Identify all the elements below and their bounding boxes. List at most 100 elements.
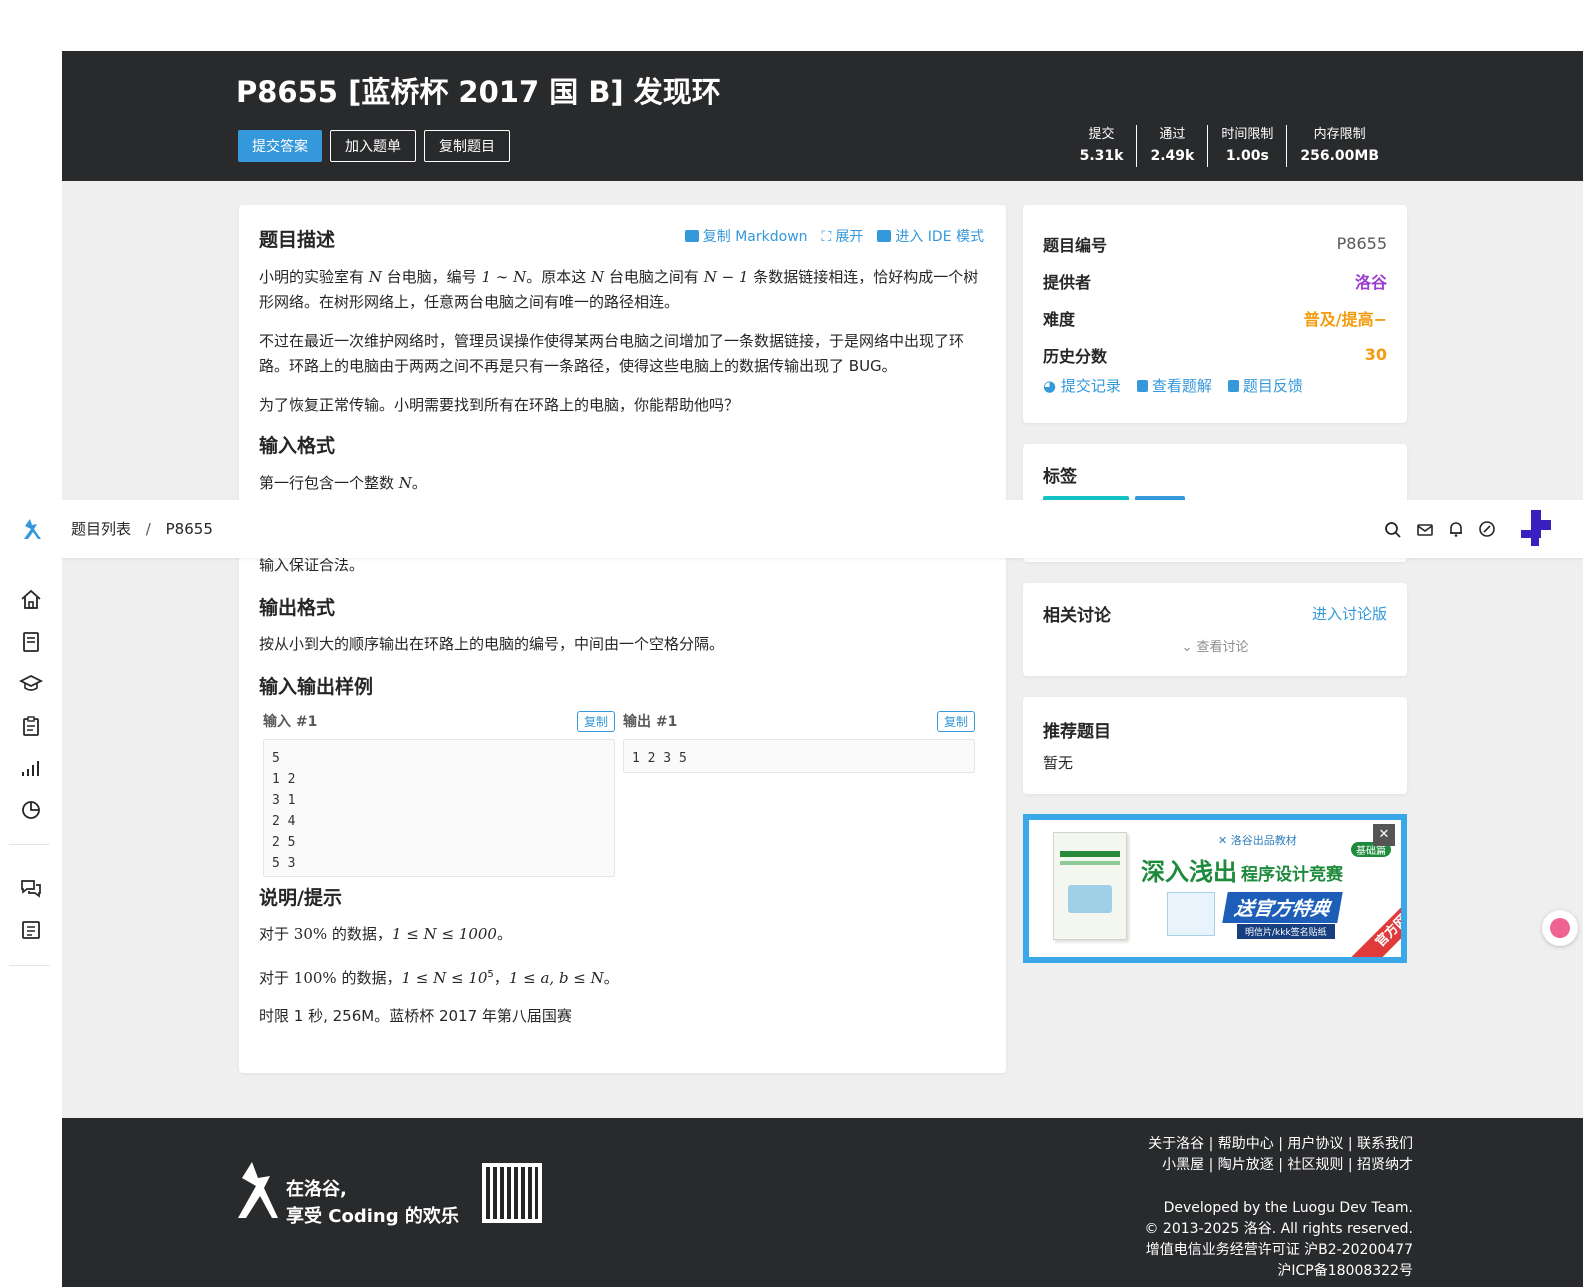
description-paragraph-1: 小明的实验室有 N 台电脑，编号 1 ∼ N。原本这 N 台电脑之间有 N − … bbox=[259, 265, 986, 315]
problem-stats: 提交 5.31k 通过 2.49k 时间限制 1.00s 内存限制 256.00MB bbox=[1067, 125, 1392, 167]
math: N bbox=[398, 474, 412, 492]
ad-corner-ribbon: 官方网店 bbox=[1339, 869, 1401, 957]
ad-brand-text: 洛谷出品教材 bbox=[1230, 834, 1297, 847]
stat-submissions: 提交 5.31k bbox=[1067, 125, 1137, 167]
footer: 在洛谷, 享受 Coding 的欢乐 关于洛谷 | 帮助中心 | 用户协议 | 联… bbox=[62, 1118, 1583, 1287]
luogu-logo-icon[interactable] bbox=[19, 517, 43, 541]
stat-label: 提交 bbox=[1088, 127, 1115, 142]
footer-slogan: 在洛谷, 享受 Coding 的欢乐 bbox=[286, 1176, 459, 1230]
home-icon[interactable] bbox=[19, 588, 43, 612]
info-key: 难度 bbox=[1043, 309, 1076, 329]
translate-icon bbox=[1550, 918, 1570, 938]
news-icon[interactable] bbox=[19, 918, 43, 942]
recommend-empty-text: 暂无 bbox=[1043, 754, 1074, 772]
text: 台电脑，编号 bbox=[381, 268, 482, 286]
text: 对于 bbox=[259, 925, 294, 943]
output-format-paragraph: 按从小到大的顺序输出在环路上的电脑的编号，中间由一个空格分隔。 bbox=[259, 635, 725, 653]
submit-button[interactable]: 提交答案 bbox=[238, 130, 322, 162]
breadcrumb-root[interactable]: 题目列表 bbox=[71, 520, 131, 538]
enter-discussion-link[interactable]: 进入讨论版 bbox=[1312, 603, 1387, 624]
breadcrumb-separator: / bbox=[145, 520, 151, 538]
copy-sample-input-button[interactable]: 复制 bbox=[576, 710, 615, 732]
ide-mode-link[interactable]: 进入 IDE 模式 bbox=[877, 226, 984, 246]
terminal-icon bbox=[877, 230, 892, 242]
problem-book-icon[interactable] bbox=[19, 630, 43, 654]
score-value: 30 bbox=[1364, 345, 1387, 364]
discussion-heading: 相关讨论 bbox=[1043, 606, 1111, 626]
qr-code-image bbox=[482, 1163, 542, 1223]
stat-memory-limit: 内存限制 256.00MB bbox=[1286, 125, 1392, 167]
footer-links-row-2[interactable]: 小黑屋 | 陶片放逐 | 社区规则 | 招贤纳才 bbox=[1148, 1155, 1413, 1176]
stat-label: 通过 bbox=[1159, 127, 1186, 142]
text: 第一行包含一个整数 bbox=[259, 474, 399, 492]
math: 1 ∼ N bbox=[481, 268, 527, 286]
expand-link[interactable]: ⛶ 展开 bbox=[822, 226, 864, 246]
input-format-paragraph: 第一行包含一个整数 N。 bbox=[259, 471, 986, 496]
mail-icon[interactable] bbox=[1416, 521, 1434, 539]
info-row-pid: 题目编号 P8655 bbox=[1043, 225, 1387, 262]
text: 。 bbox=[603, 969, 619, 987]
input-format-heading: 输入格式 bbox=[259, 435, 336, 457]
bell-icon[interactable] bbox=[1447, 520, 1465, 538]
discussion-icon[interactable] bbox=[19, 876, 43, 900]
view-discussion-label: 查看讨论 bbox=[1196, 640, 1249, 655]
slogan-line-2: 享受 Coding 的欢乐 bbox=[286, 1206, 459, 1227]
divider bbox=[9, 965, 50, 966]
text: 。原本这 bbox=[526, 268, 592, 286]
info-key: 提供者 bbox=[1043, 272, 1092, 292]
ad-title: 深入浅出 程序设计竞赛 bbox=[1141, 852, 1343, 887]
stat-label: 时间限制 bbox=[1221, 127, 1274, 142]
pie-chart-icon[interactable] bbox=[19, 798, 43, 822]
ad-promo: 送官方特典 bbox=[1222, 892, 1343, 923]
view-discussion-toggle[interactable]: ⌄ 查看讨论 bbox=[1043, 636, 1387, 655]
hint-heading: 说明/提示 bbox=[259, 887, 342, 909]
math: 1 ≤ N ≤ 10 bbox=[401, 969, 488, 987]
stat-value: 1.00s bbox=[1225, 148, 1269, 164]
ad-title-sub: 程序设计竞赛 bbox=[1241, 865, 1343, 885]
provider-link[interactable]: 洛谷 bbox=[1355, 269, 1387, 293]
graduation-cap-icon[interactable] bbox=[19, 672, 43, 696]
text: 台电脑之间有 bbox=[604, 268, 704, 286]
solutions-link[interactable]: 查看题解 bbox=[1136, 375, 1212, 396]
copy-sample-output-button[interactable]: 复制 bbox=[936, 710, 975, 732]
math: 1 ≤ a, b ≤ N bbox=[508, 969, 604, 987]
footer-links-row-1[interactable]: 关于洛谷 | 帮助中心 | 用户协议 | 联系我们 bbox=[1148, 1134, 1413, 1155]
ad-banner[interactable]: ✕ 洛谷出品教材 深入浅出 程序设计竞赛 基础篇 送官方特典 明信片/kkk签名贴… bbox=[1023, 814, 1407, 963]
dev-credit: Developed by the Luogu Dev Team. bbox=[1163, 1200, 1413, 1216]
icp-record[interactable]: 沪ICP备18008322号 bbox=[1144, 1261, 1413, 1282]
stat-label: 内存限制 bbox=[1313, 127, 1366, 142]
feedback-link[interactable]: 题目反馈 bbox=[1227, 375, 1303, 396]
records-link[interactable]: ◕ 提交记录 bbox=[1043, 375, 1121, 396]
stat-value: 256.00MB bbox=[1300, 148, 1379, 164]
copy-problem-button[interactable]: 复制题目 bbox=[424, 130, 510, 162]
sample-input-code: 5 1 2 3 1 2 4 2 5 5 3 bbox=[263, 739, 615, 877]
sample-input: 输入 #1 复制 5 1 2 3 1 2 4 2 5 5 3 bbox=[263, 709, 615, 877]
close-icon[interactable]: ✕ bbox=[1373, 824, 1395, 846]
problem-content-card: 题目描述 复制 Markdown ⛶ 展开 进入 IDE 模式 小明的实验室有 N… bbox=[239, 205, 1006, 1073]
sample-output: 输出 #1 复制 1 2 3 5 bbox=[623, 709, 975, 773]
problem-info-card: 题目编号 P8655 提供者 洛谷 难度 普及/提高− 历史分数 30 ◕ 提交记录 查… bbox=[1023, 205, 1407, 423]
info-key: 历史分数 bbox=[1043, 346, 1108, 366]
ranking-bars-icon[interactable] bbox=[19, 756, 43, 780]
info-row-provider: 提供者 洛谷 bbox=[1043, 262, 1387, 299]
breadcrumb: 题目列表 / P8655 bbox=[71, 518, 213, 539]
avatar[interactable] bbox=[1521, 510, 1551, 546]
edit-icon[interactable] bbox=[1478, 520, 1496, 538]
search-icon[interactable] bbox=[1384, 521, 1402, 539]
translate-float-button[interactable] bbox=[1542, 910, 1578, 946]
copy-markdown-link[interactable]: 复制 Markdown bbox=[684, 226, 808, 246]
slogan-line-1: 在洛谷, bbox=[286, 1179, 347, 1200]
ad-title-main: 深入浅出 bbox=[1141, 858, 1237, 886]
copy-markdown-label: 复制 Markdown bbox=[702, 229, 808, 245]
clipboard-icon[interactable] bbox=[19, 714, 43, 738]
breadcrumb-current: P8655 bbox=[165, 520, 213, 538]
ad-promo-sub: 明信片/kkk签名贴纸 bbox=[1237, 924, 1335, 939]
recommend-heading: 推荐题目 bbox=[1043, 722, 1111, 742]
math: 100% bbox=[293, 969, 337, 987]
markdown-icon bbox=[684, 230, 699, 242]
text: 的数据， bbox=[336, 969, 402, 987]
add-to-list-button[interactable]: 加入题单 bbox=[330, 130, 416, 162]
luogu-footer-logo-icon bbox=[238, 1162, 278, 1218]
text: ， bbox=[493, 969, 509, 987]
problem-banner: P8655 [蓝桥杯 2017 国 B] 发现环 提交答案 加入题单 复制题目 … bbox=[62, 51, 1583, 181]
